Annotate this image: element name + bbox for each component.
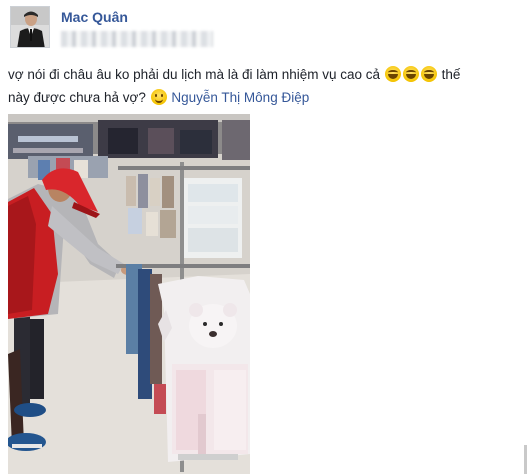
tagged-user-link[interactable]: Nguyễn Thị Mông Điệp xyxy=(171,90,309,105)
facebook-post: Mac Quân vợ nói đi châu âu ko phải du lị… xyxy=(0,0,527,474)
store-scene-image xyxy=(8,114,250,474)
post-text: vợ nói đi châu âu ko phải du lịch mà là … xyxy=(8,63,523,109)
post-text-line-2: này được chưa hả vợ? Nguyễn Thị Mông Điệ… xyxy=(8,86,523,109)
smile-emoji-icon xyxy=(150,89,167,105)
post-text-part: vợ nói đi châu âu ko phải du lịch mà là … xyxy=(8,67,381,82)
laughing-tears-emoji-icon xyxy=(420,66,437,82)
post-text-part: này được chưa hả vợ? xyxy=(8,90,146,105)
author-name[interactable]: Mac Quân xyxy=(61,9,128,25)
post-text-line-1: vợ nói đi châu âu ko phải du lịch mà là … xyxy=(8,63,523,86)
blurred-timestamp xyxy=(61,31,213,47)
laughing-tears-emoji-icon xyxy=(384,66,401,82)
author-avatar[interactable] xyxy=(10,6,50,48)
post-text-part: thế xyxy=(441,67,461,82)
laughing-tears-emoji-icon xyxy=(402,66,419,82)
post-photo[interactable] xyxy=(8,114,250,474)
avatar-photo-icon xyxy=(11,7,49,47)
